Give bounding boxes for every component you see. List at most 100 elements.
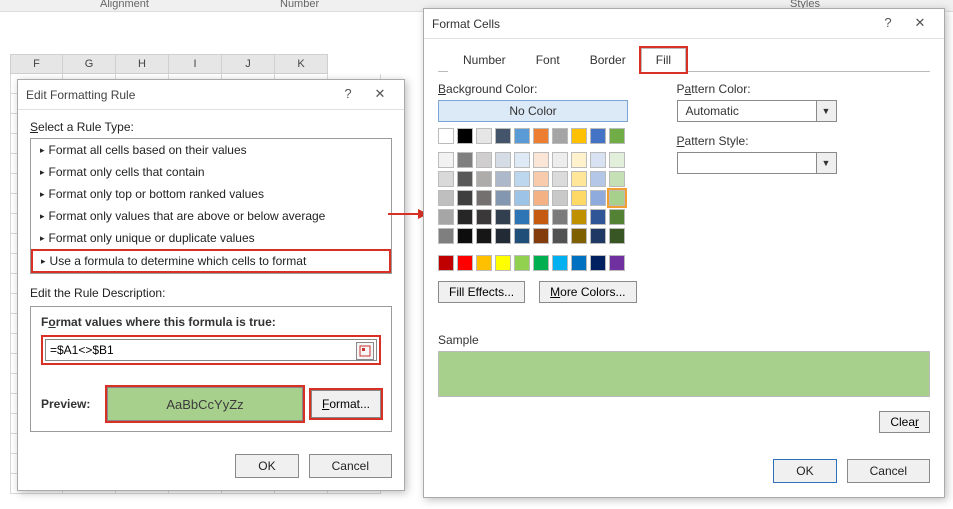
color-swatch[interactable] [514, 190, 530, 206]
no-color-button[interactable]: No Color [438, 100, 628, 122]
rule-type-list[interactable]: Format all cells based on their valuesFo… [30, 138, 392, 274]
color-swatch[interactable] [438, 255, 454, 271]
color-swatch[interactable] [495, 209, 511, 225]
color-swatch[interactable] [457, 190, 473, 206]
column-header[interactable]: F [10, 54, 63, 74]
format-button[interactable]: Format... [311, 390, 381, 418]
color-swatch[interactable] [552, 228, 568, 244]
color-swatch[interactable] [609, 190, 625, 206]
cancel-button[interactable]: Cancel [847, 459, 930, 483]
cancel-button[interactable]: Cancel [309, 454, 392, 478]
color-swatch[interactable] [552, 128, 568, 144]
tab-font[interactable]: Font [521, 48, 575, 72]
column-header[interactable]: K [275, 54, 328, 74]
color-swatch[interactable] [476, 152, 492, 168]
color-swatch[interactable] [514, 128, 530, 144]
color-swatch[interactable] [590, 171, 606, 187]
color-swatch[interactable] [438, 152, 454, 168]
pattern-style-combo[interactable]: ▼ [677, 152, 837, 174]
clear-button[interactable]: Clear [879, 411, 930, 433]
color-swatch[interactable] [514, 228, 530, 244]
rule-type-item[interactable]: Format only top or bottom ranked values [31, 183, 391, 205]
color-swatch[interactable] [476, 171, 492, 187]
color-swatch[interactable] [571, 128, 587, 144]
color-swatch[interactable] [495, 228, 511, 244]
rule-type-item[interactable]: Format only cells that contain [31, 161, 391, 183]
rule-type-item[interactable]: Format only unique or duplicate values [31, 227, 391, 249]
color-swatch[interactable] [533, 255, 549, 271]
color-swatch[interactable] [609, 255, 625, 271]
help-icon[interactable]: ? [332, 84, 364, 106]
color-swatch[interactable] [609, 209, 625, 225]
help-icon[interactable]: ? [872, 13, 904, 35]
color-swatch[interactable] [457, 255, 473, 271]
fill-effects-button[interactable]: Fill Effects... [438, 281, 525, 303]
color-swatch[interactable] [609, 128, 625, 144]
color-swatch[interactable] [571, 171, 587, 187]
color-swatch[interactable] [571, 228, 587, 244]
color-swatch[interactable] [533, 190, 549, 206]
color-swatch[interactable] [514, 255, 530, 271]
color-swatch[interactable] [495, 152, 511, 168]
more-colors-button[interactable]: More Colors... [539, 281, 636, 303]
column-header[interactable]: J [222, 54, 275, 74]
range-picker-icon[interactable] [356, 342, 374, 360]
color-swatch[interactable] [609, 171, 625, 187]
color-swatch[interactable] [476, 128, 492, 144]
color-swatch[interactable] [495, 171, 511, 187]
color-swatch[interactable] [514, 152, 530, 168]
close-icon[interactable]: ✕ [364, 84, 396, 106]
ok-button[interactable]: OK [235, 454, 298, 478]
color-swatch[interactable] [590, 255, 606, 271]
rule-type-item[interactable]: Use a formula to determine which cells t… [31, 249, 391, 273]
color-swatch[interactable] [571, 255, 587, 271]
column-header[interactable]: H [116, 54, 169, 74]
tab-fill[interactable]: Fill [641, 48, 686, 72]
rule-type-item[interactable]: Format all cells based on their values [31, 139, 391, 161]
color-swatch[interactable] [609, 152, 625, 168]
color-swatch[interactable] [476, 228, 492, 244]
color-swatch[interactable] [438, 171, 454, 187]
color-swatch[interactable] [590, 190, 606, 206]
color-swatch[interactable] [495, 128, 511, 144]
color-swatch[interactable] [457, 128, 473, 144]
color-swatch[interactable] [552, 190, 568, 206]
color-swatch[interactable] [495, 190, 511, 206]
color-swatch[interactable] [571, 152, 587, 168]
tab-number[interactable]: Number [448, 48, 521, 72]
close-icon[interactable]: ✕ [904, 13, 936, 35]
color-swatch[interactable] [552, 152, 568, 168]
color-swatch[interactable] [533, 128, 549, 144]
color-swatch[interactable] [476, 255, 492, 271]
color-swatch[interactable] [438, 190, 454, 206]
color-swatch[interactable] [438, 209, 454, 225]
color-swatch[interactable] [590, 209, 606, 225]
color-swatch[interactable] [514, 171, 530, 187]
ok-button[interactable]: OK [773, 459, 836, 483]
color-swatch[interactable] [457, 228, 473, 244]
color-swatch[interactable] [457, 171, 473, 187]
formula-input[interactable] [45, 339, 377, 361]
color-swatch[interactable] [590, 228, 606, 244]
color-swatch[interactable] [552, 255, 568, 271]
color-swatch[interactable] [590, 128, 606, 144]
color-swatch[interactable] [457, 209, 473, 225]
color-swatch[interactable] [552, 209, 568, 225]
color-swatch[interactable] [438, 128, 454, 144]
color-swatch[interactable] [571, 190, 587, 206]
color-swatch[interactable] [438, 228, 454, 244]
tab-border[interactable]: Border [575, 48, 641, 72]
color-swatch[interactable] [495, 255, 511, 271]
color-swatch[interactable] [571, 209, 587, 225]
color-swatch[interactable] [514, 209, 530, 225]
color-swatch[interactable] [609, 228, 625, 244]
column-header[interactable]: I [169, 54, 222, 74]
color-swatch[interactable] [533, 228, 549, 244]
color-swatch[interactable] [533, 171, 549, 187]
color-swatch[interactable] [552, 171, 568, 187]
color-swatch[interactable] [476, 190, 492, 206]
color-swatch[interactable] [476, 209, 492, 225]
pattern-color-combo[interactable]: Automatic ▼ [677, 100, 837, 122]
color-swatch[interactable] [533, 152, 549, 168]
column-header[interactable]: G [63, 54, 116, 74]
